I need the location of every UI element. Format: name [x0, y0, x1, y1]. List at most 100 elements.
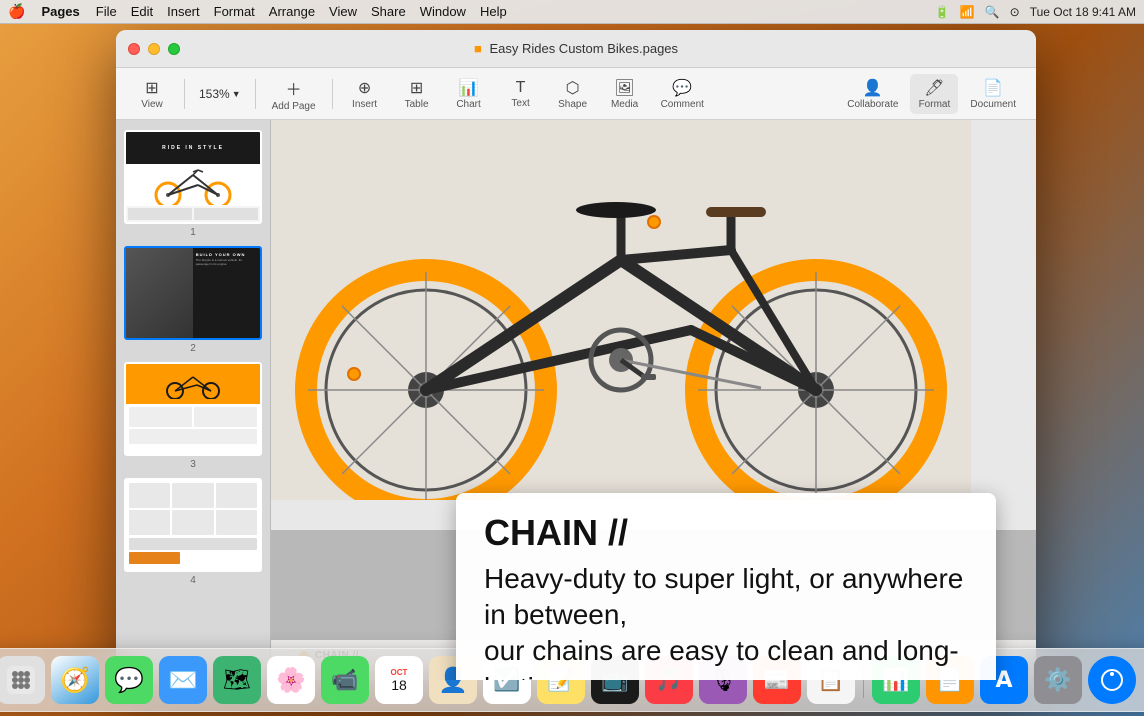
thumb-preview-2: BUILD YOUR OWN The bicycle is a curious …	[126, 248, 260, 338]
page-thumbnail-2[interactable]: BUILD YOUR OWN The bicycle is a curious …	[122, 244, 264, 356]
minimize-button[interactable]	[148, 43, 160, 55]
thumb-card-4	[124, 478, 262, 572]
maximize-button[interactable]	[168, 43, 180, 55]
traffic-lights	[128, 43, 180, 55]
thumb-col-1b	[194, 208, 258, 220]
insert-label: Insert	[352, 99, 377, 110]
document-button[interactable]: 📄 Document	[962, 74, 1024, 114]
menu-view[interactable]: View	[329, 4, 357, 19]
tooltip-body: Heavy-duty to super light, or anywhere i…	[484, 561, 968, 680]
menubar-items: File Edit Insert Format Arrange View Sha…	[96, 4, 507, 19]
thumb-cell-4a	[129, 483, 170, 508]
insert-button[interactable]: ⊕ Insert	[341, 74, 389, 114]
dock-messages[interactable]: 💬	[105, 656, 153, 704]
chart-icon: 📊	[459, 78, 479, 98]
apple-menu[interactable]: 🍎	[8, 3, 25, 20]
menubar: 🍎 Pages File Edit Insert Format Arrange …	[0, 0, 1144, 24]
dock-photos[interactable]: 🌸	[267, 656, 315, 704]
thumb-bike-svg	[148, 165, 238, 205]
table-label: Table	[405, 99, 429, 110]
page-thumbnail-1[interactable]: RIDE IN STYLE	[122, 128, 264, 240]
document-canvas[interactable]: CHAIN // Heavy-duty to super light, or a…	[271, 120, 1036, 680]
control-center-icon[interactable]: ⊙	[1010, 5, 1020, 19]
menu-edit[interactable]: Edit	[131, 4, 153, 19]
calendar-month: OCT	[391, 668, 408, 677]
dock-sysprefs[interactable]: ⚙️	[1034, 656, 1082, 704]
app-body: RIDE IN STYLE	[116, 120, 1036, 680]
dock-sysext[interactable]	[1088, 656, 1136, 704]
toolbar-separator-3	[332, 79, 333, 109]
page-thumbnail-3[interactable]: 3	[122, 360, 264, 472]
thumb-orange-bar	[129, 552, 180, 564]
collaborate-icon: 👤	[863, 78, 883, 98]
menu-format[interactable]: Format	[214, 4, 255, 19]
view-label: View	[141, 99, 163, 110]
text-icon: T	[516, 79, 526, 97]
thumb-title-1: RIDE IN STYLE	[162, 145, 224, 151]
chart-button[interactable]: 📊 Chart	[445, 74, 493, 114]
app-menu[interactable]: Pages	[41, 4, 79, 19]
shape-icon: ⬡	[566, 78, 580, 98]
menu-window[interactable]: Window	[420, 4, 466, 19]
datetime: Tue Oct 18 9:41 AM	[1030, 5, 1136, 19]
thumb-orange-top	[126, 364, 260, 404]
page-number-2: 2	[124, 343, 262, 354]
window-title: ■ Easy Rides Custom Bikes.pages	[474, 41, 678, 56]
menubar-right: 🔋 📶 🔍 ⊙ Tue Oct 18 9:41 AM	[935, 5, 1136, 19]
menu-share[interactable]: Share	[371, 4, 406, 19]
dock-facetime[interactable]: 📹	[321, 656, 369, 704]
menu-arrange[interactable]: Arrange	[269, 4, 315, 19]
menu-insert[interactable]: Insert	[167, 4, 200, 19]
dock-mail[interactable]: ✉️	[159, 656, 207, 704]
comment-label: Comment	[661, 99, 704, 110]
view-button[interactable]: ⊞ View	[128, 74, 176, 114]
comment-button[interactable]: 💬 Comment	[653, 74, 712, 114]
page-number-1: 1	[124, 227, 262, 238]
annotation-dot-saddle[interactable]	[647, 215, 661, 229]
page-thumbnail-4[interactable]: 4	[122, 476, 264, 588]
thumb-col-1a	[128, 208, 192, 220]
bike-image-area	[271, 120, 1036, 530]
search-icon[interactable]: 🔍	[985, 5, 1000, 19]
thumb-dark-img	[126, 248, 193, 338]
dock-calendar[interactable]: OCT 18	[375, 656, 423, 704]
chevron-down-icon: ▼	[232, 89, 241, 99]
tooltip-popup: CHAIN // Heavy-duty to super light, or a…	[456, 493, 996, 680]
thumb-preview-1: RIDE IN STYLE	[126, 132, 260, 222]
calendar-day: 18	[391, 677, 407, 693]
toolbar-separator-2	[255, 79, 256, 109]
thumb-card-2: BUILD YOUR OWN The bicycle is a curious …	[124, 246, 262, 340]
thumb-preview-4	[126, 480, 260, 570]
menu-help[interactable]: Help	[480, 4, 507, 19]
close-button[interactable]	[128, 43, 140, 55]
dock-maps[interactable]: 🗺	[213, 656, 261, 704]
collaborate-label: Collaborate	[847, 99, 898, 110]
document-label: Document	[970, 99, 1016, 110]
thumb-col-3a	[129, 407, 192, 427]
launchpad-icon	[7, 666, 35, 694]
media-button[interactable]: 🖼 Media	[601, 74, 649, 114]
format-button[interactable]: 🖊 Format	[910, 74, 958, 114]
text-label: Text	[511, 98, 529, 109]
add-page-button[interactable]: ＋ Add Page	[264, 72, 324, 116]
collaborate-button[interactable]: 👤 Collaborate	[839, 74, 906, 114]
toolbar-separator	[184, 79, 185, 109]
thumb-cell-4f	[216, 510, 257, 535]
chart-label: Chart	[456, 99, 480, 110]
zoom-control[interactable]: 153% ▼	[193, 83, 247, 105]
thumb-row-4	[129, 538, 257, 550]
dock-safari[interactable]: 🧭	[51, 656, 99, 704]
format-icon: 🖊	[924, 78, 944, 98]
sysext-icon	[1096, 664, 1128, 696]
text-button[interactable]: T Text	[497, 75, 545, 113]
dock-launchpad[interactable]	[0, 656, 45, 704]
tooltip-title: CHAIN //	[484, 513, 968, 553]
table-button[interactable]: ⊞ Table	[393, 74, 441, 114]
view-icon: ⊞	[145, 78, 158, 98]
thumb-grid-4	[129, 483, 257, 535]
annotation-dot-chain[interactable]	[347, 367, 361, 381]
shape-button[interactable]: ⬡ Shape	[549, 74, 597, 114]
menu-file[interactable]: File	[96, 4, 117, 19]
doc-icon: ■	[474, 41, 482, 56]
thumb-col-3c	[129, 429, 257, 444]
